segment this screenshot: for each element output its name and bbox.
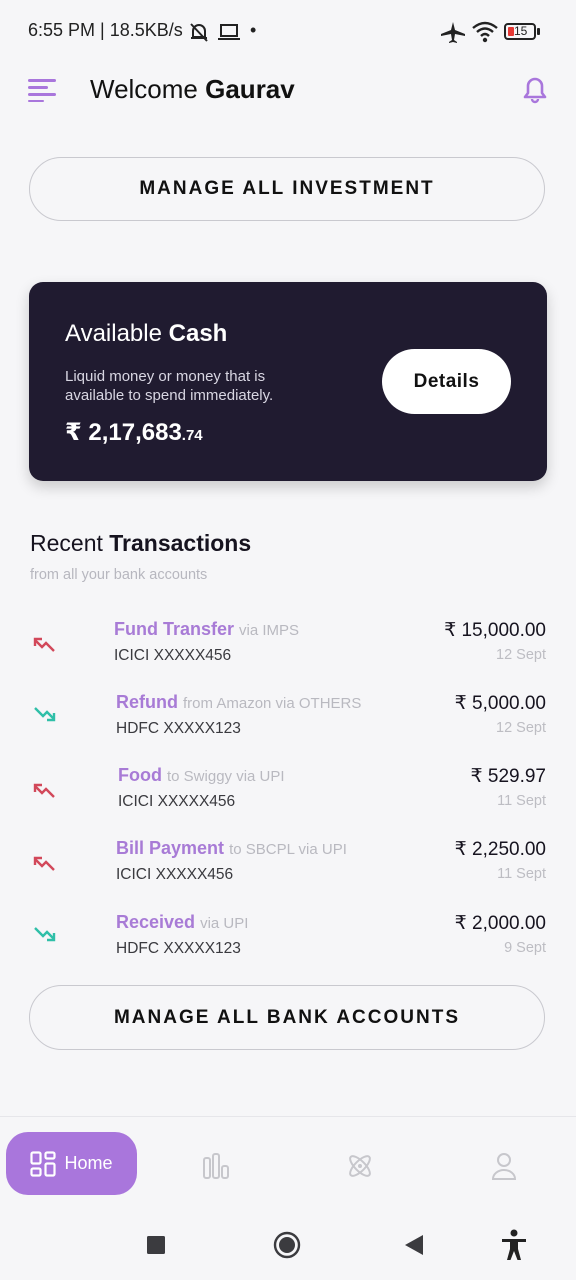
home-circle-icon[interactable]: [273, 1231, 301, 1259]
cash-amount-decimal: .74: [181, 427, 203, 444]
transaction-account: ICICI XXXXX456: [116, 866, 234, 883]
transaction-account: HDFC XXXXX123: [116, 940, 241, 957]
battery-icon: 15: [504, 23, 536, 40]
debit-arrow-icon: [33, 856, 55, 871]
manage-investment-button[interactable]: MANAGE ALL INVESTMENT: [29, 157, 545, 221]
welcome-title: Welcome Gaurav: [90, 74, 295, 105]
transaction-title: Fund Transfer via IMPS: [114, 619, 299, 640]
user-name: Gaurav: [205, 74, 295, 104]
transaction-amount: ₹ 529.97: [470, 766, 546, 787]
transaction-note: via UPI: [200, 915, 249, 932]
profile-icon[interactable]: [491, 1152, 517, 1180]
transaction-date: 9 Sept: [504, 940, 546, 956]
cash-amount: ₹ 2,17,683.74: [65, 418, 203, 447]
transaction-note: via IMPS: [239, 622, 300, 639]
available-cash-card: Available Cash Liquid money or money tha…: [29, 282, 547, 481]
cash-title-bold: Cash: [168, 320, 228, 347]
laptop-icon: [218, 24, 240, 40]
debit-arrow-icon: [33, 783, 55, 798]
cash-amount-main: ₹ 2,17,683: [65, 419, 182, 446]
transaction-note: to SBCPL via UPI: [229, 841, 347, 858]
recent-apps-icon[interactable]: [147, 1236, 165, 1254]
accessibility-icon[interactable]: [500, 1229, 528, 1261]
recent-transactions-subtitle: from all your bank accounts: [30, 567, 208, 583]
cash-title-regular: Available: [65, 320, 162, 347]
transaction-account: ICICI XXXXX456: [114, 647, 232, 664]
transaction-name: Fund Transfer: [114, 619, 235, 639]
nav-divider: [0, 1116, 576, 1117]
rt-title-regular: Recent: [30, 530, 103, 556]
rt-title-bold: Transactions: [109, 530, 252, 556]
transaction-row[interactable]: Bill Payment to SBCPL via UPI ICICI XXXX…: [0, 838, 576, 912]
recent-transactions-title: Recent Transactions: [30, 530, 251, 557]
welcome-text: Welcome: [90, 74, 198, 104]
transaction-title: Refund from Amazon via OTHERS: [116, 692, 361, 713]
menu-icon[interactable]: [28, 78, 58, 102]
details-button[interactable]: Details: [382, 349, 511, 414]
nav-home-label: Home: [64, 1153, 113, 1173]
nav-home-button[interactable]: Home: [6, 1132, 137, 1195]
transaction-date: 12 Sept: [496, 720, 546, 736]
transaction-name: Received: [116, 912, 196, 932]
transaction-date: 11 Sept: [497, 793, 546, 809]
transaction-name: Bill Payment: [116, 838, 225, 858]
battery-tip: [537, 28, 540, 35]
transaction-amount: ₹ 5,000.00: [454, 693, 546, 714]
cash-card-description: Liquid money or money that is available …: [65, 368, 274, 404]
transaction-account: ICICI XXXXX456: [118, 793, 236, 810]
cash-card-title: Available Cash: [65, 320, 227, 348]
credit-arrow-icon: [34, 927, 56, 942]
status-bar: 6:55 PM | 18.5KB/s • 15: [0, 0, 576, 64]
transaction-name: Refund: [116, 692, 178, 712]
transaction-amount: ₹ 2,250.00: [454, 839, 546, 860]
transaction-row[interactable]: Refund from Amazon via OTHERS HDFC XXXXX…: [0, 692, 576, 766]
transaction-amount: ₹ 15,000.00: [444, 620, 546, 641]
wifi-icon: [472, 21, 498, 43]
transaction-title: Bill Payment to SBCPL via UPI: [116, 838, 347, 859]
transaction-account: HDFC XXXXX123: [116, 720, 241, 737]
transaction-note: to Swiggy via UPI: [167, 768, 285, 785]
manage-bank-accounts-button[interactable]: MANAGE ALL BANK ACCOUNTS: [29, 985, 545, 1050]
transaction-date: 11 Sept: [497, 866, 546, 882]
transaction-amount: ₹ 2,000.00: [454, 913, 546, 934]
bell-icon[interactable]: [522, 76, 548, 104]
status-time-speed: 6:55 PM | 18.5KB/s: [28, 20, 183, 40]
atom-icon[interactable]: [345, 1152, 375, 1180]
debit-arrow-icon: [33, 637, 55, 652]
transaction-date: 12 Sept: [496, 647, 546, 663]
airplane-mode-icon: [441, 22, 465, 43]
transaction-row[interactable]: Food to Swiggy via UPI ICICI XXXXX456 ₹ …: [0, 765, 576, 839]
transaction-note: from Amazon via OTHERS: [183, 695, 362, 712]
home-grid-icon: [30, 1150, 57, 1177]
bar-chart-icon[interactable]: [202, 1152, 230, 1180]
transaction-title: Food to Swiggy via UPI: [118, 765, 285, 786]
do-not-disturb-icon: [190, 23, 208, 42]
battery-level: 15: [514, 24, 528, 38]
transaction-row[interactable]: Fund Transfer via IMPS ICICI XXXXX456 ₹ …: [0, 619, 576, 693]
credit-arrow-icon: [34, 707, 56, 722]
transaction-name: Food: [118, 765, 162, 785]
status-dot: •: [250, 20, 257, 40]
transaction-row[interactable]: Received via UPI HDFC XXXXX123 ₹ 2,000.0…: [0, 912, 576, 986]
transaction-title: Received via UPI: [116, 912, 248, 933]
back-icon[interactable]: [405, 1235, 423, 1255]
